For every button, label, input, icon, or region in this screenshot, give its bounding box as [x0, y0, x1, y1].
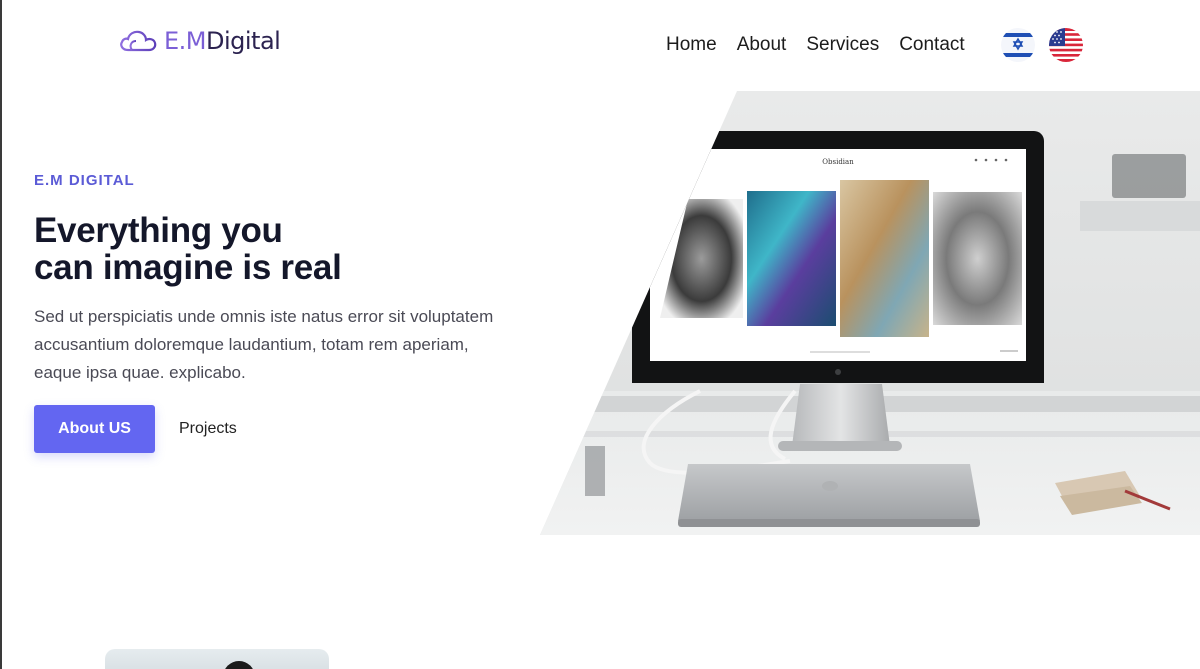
next-section-image — [105, 649, 329, 669]
nav-services[interactable]: Services — [806, 34, 879, 56]
logo[interactable]: E.MDigital — [118, 27, 281, 55]
screen-title: Obsidian — [822, 158, 854, 166]
hero-image: Obsidian — [540, 91, 1200, 535]
projects-link[interactable]: Projects — [179, 420, 237, 438]
hero-headline-line1: Everything you — [34, 211, 283, 250]
logo-prefix: E.M — [164, 27, 207, 55]
hero-description: Sed ut perspiciatis unde omnis iste natu… — [34, 307, 494, 382]
us-flag-icon[interactable] — [1049, 28, 1083, 62]
nav-contact[interactable]: Contact — [899, 34, 964, 56]
logo-suffix: Digital — [206, 27, 281, 55]
hero-headline: Everything you can imagine is real — [34, 212, 342, 286]
person-photo — [223, 661, 255, 669]
nav-about[interactable]: About — [737, 34, 787, 56]
cloud-icon — [120, 30, 157, 52]
hero-eyebrow: E.M DIGITAL — [34, 172, 135, 189]
hero-headline-line2: can imagine is real — [34, 248, 342, 287]
israel-flag-icon[interactable] — [1001, 28, 1035, 62]
nav-home[interactable]: Home — [666, 34, 717, 56]
main-nav: Home About Services Contact — [666, 34, 985, 56]
window-edge — [0, 0, 2, 669]
about-us-button[interactable]: About US — [34, 405, 155, 453]
logo-text: E.MDigital — [164, 27, 281, 55]
